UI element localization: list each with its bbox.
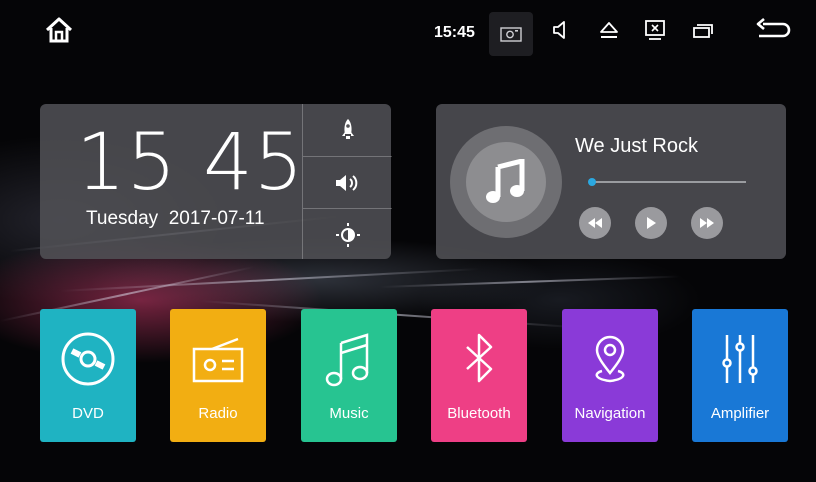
volume-icon[interactable]: [551, 16, 571, 44]
dvd-icon: [40, 329, 136, 395]
clock-minute: 45: [203, 118, 305, 208]
status-time: 15:45: [434, 24, 475, 41]
status-bar: 15:45: [0, 0, 816, 58]
bluetooth-icon: [431, 329, 527, 395]
clock-time: 15 45: [76, 118, 304, 208]
screenshot-button[interactable]: [489, 12, 533, 56]
play-icon: [647, 217, 656, 229]
radio-icon: [170, 329, 266, 395]
rewind-icon: [588, 218, 602, 228]
clock-hour: 15: [76, 118, 178, 208]
app-tile-radio[interactable]: Radio: [170, 309, 266, 442]
app-tile-amplifier[interactable]: Amplifier: [692, 309, 788, 442]
rocket-icon: [341, 118, 354, 139]
navigation-pin-icon: [562, 329, 658, 395]
brightness-button[interactable]: [303, 208, 392, 260]
app-tile-music[interactable]: Music: [301, 309, 397, 442]
progress-handle[interactable]: [588, 178, 597, 186]
song-title: We Just Rock: [575, 135, 698, 157]
quick-settings-column: [302, 104, 392, 259]
screenshot-icon: [500, 27, 522, 42]
back-icon[interactable]: [754, 16, 792, 44]
app-tile-navigation[interactable]: Navigation: [562, 309, 658, 442]
fast-forward-icon: [700, 218, 714, 228]
app-label: Navigation: [574, 405, 646, 422]
music-note-icon: [301, 329, 397, 395]
background-streak: [379, 275, 680, 288]
launch-button[interactable]: [303, 104, 392, 155]
music-note-icon: [486, 159, 525, 203]
music-widget[interactable]: We Just Rock: [436, 104, 786, 259]
rewind-button[interactable]: [579, 207, 611, 239]
progress-bar[interactable]: [588, 178, 746, 186]
volume-up-icon: [335, 174, 357, 191]
app-label: Music: [329, 405, 369, 422]
equalizer-icon: [692, 329, 788, 395]
eject-icon[interactable]: [597, 16, 621, 44]
app-label: Bluetooth: [447, 405, 511, 422]
clock-day: Tuesday: [86, 208, 159, 229]
play-button[interactable]: [635, 207, 667, 239]
clock-widget[interactable]: 15 45 Tuesday 2017-07-11: [40, 104, 392, 259]
app-tile-dvd[interactable]: DVD: [40, 309, 136, 442]
home-icon[interactable]: [42, 16, 76, 44]
app-label: DVD: [72, 405, 104, 422]
clock-date: Tuesday 2017-07-11: [86, 208, 265, 230]
close-screen-icon[interactable]: [643, 16, 667, 44]
app-label: Amplifier: [710, 405, 770, 422]
recent-apps-icon[interactable]: [691, 16, 715, 44]
app-label: Radio: [198, 405, 238, 422]
background-streak: [59, 268, 480, 292]
album-art: [450, 126, 562, 238]
app-tile-bluetooth[interactable]: Bluetooth: [431, 309, 527, 442]
brightness-icon: [335, 222, 360, 247]
home-screen: 15:45 15 45 Tuesday 2017-07-11 We Just R…: [0, 0, 816, 482]
clock-date-value: 2017-07-11: [168, 208, 265, 229]
fast-forward-button[interactable]: [691, 207, 723, 239]
volume-button[interactable]: [303, 156, 392, 208]
